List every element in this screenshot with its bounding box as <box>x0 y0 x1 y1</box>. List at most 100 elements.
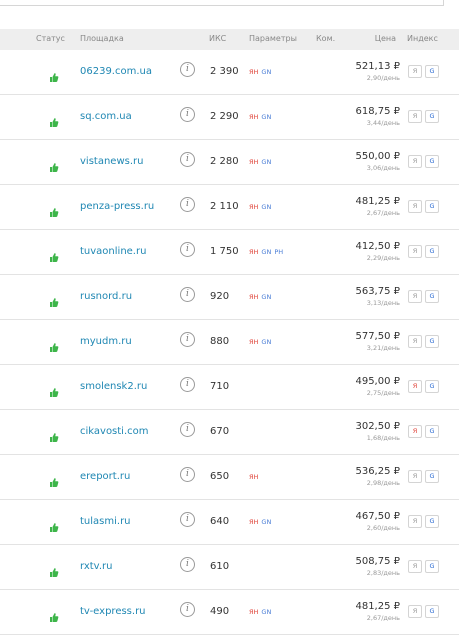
info-icon[interactable]: i <box>180 62 195 77</box>
price-value: 495,00 ₽ <box>355 376 400 387</box>
yandex-index-icon[interactable]: Я <box>408 515 422 528</box>
price-per-day: 3,13/день <box>366 299 400 307</box>
yandex-index-icon[interactable]: Я <box>408 380 422 393</box>
thumbs-up-icon <box>49 608 59 622</box>
yandex-index-icon[interactable]: Я <box>408 605 422 618</box>
yandex-index-icon[interactable]: Я <box>408 200 422 213</box>
google-index-icon[interactable]: G <box>425 470 439 483</box>
iks-value: 2 290 <box>210 111 239 122</box>
table-row: rxtv.ru i 610 508,75 ₽ 2,83/день Я G <box>0 545 459 590</box>
info-icon[interactable]: i <box>180 557 195 572</box>
info-icon[interactable]: i <box>180 287 195 302</box>
google-index-icon[interactable]: G <box>425 65 439 78</box>
param-badge: ЯН <box>249 158 259 166</box>
param-badge: GN <box>261 248 272 256</box>
info-icon[interactable]: i <box>180 242 195 257</box>
site-link[interactable]: 06239.com.ua <box>80 66 152 77</box>
top-divider <box>0 0 444 6</box>
google-index-icon[interactable]: G <box>425 515 439 528</box>
price-per-day: 3,44/день <box>366 119 400 127</box>
params-cell: ЯН GN <box>249 68 274 76</box>
site-link[interactable]: tulasmi.ru <box>80 516 131 527</box>
google-index-icon[interactable]: G <box>425 245 439 258</box>
google-index-icon[interactable]: G <box>425 380 439 393</box>
info-icon[interactable]: i <box>180 107 195 122</box>
iks-value: 2 110 <box>210 201 239 212</box>
yandex-index-icon[interactable]: Я <box>408 470 422 483</box>
header-params[interactable]: Параметры <box>249 34 297 43</box>
param-badge: ЯН <box>249 473 259 481</box>
google-index-icon[interactable]: G <box>425 425 439 438</box>
google-index-icon[interactable]: G <box>425 335 439 348</box>
google-index-icon[interactable]: G <box>425 155 439 168</box>
yandex-index-icon[interactable]: Я <box>408 335 422 348</box>
table-row: rusnord.ru i 920 ЯН GN 563,75 ₽ 3,13/день Я G <box>0 275 459 320</box>
param-badge: РН <box>274 248 284 256</box>
iks-value: 880 <box>210 336 230 347</box>
param-badge: ЯН <box>249 248 259 256</box>
yandex-index-icon[interactable]: Я <box>408 425 422 438</box>
site-link[interactable]: cikavosti.com <box>80 426 149 437</box>
param-badge: GN <box>261 293 272 301</box>
table-row: 06239.com.ua i 2 390 ЯН GN 521,13 ₽ 2,90/день Я… <box>0 50 459 95</box>
yandex-index-icon[interactable]: Я <box>408 155 422 168</box>
google-index-icon[interactable]: G <box>425 605 439 618</box>
price-per-day: 2,83/день <box>366 569 400 577</box>
header-site[interactable]: Площадка <box>80 34 124 43</box>
info-icon[interactable]: i <box>180 377 195 392</box>
yandex-index-icon[interactable]: Я <box>408 290 422 303</box>
site-link[interactable]: ereport.ru <box>80 471 130 482</box>
thumbs-up-icon <box>49 563 59 577</box>
yandex-index-icon[interactable]: Я <box>408 560 422 573</box>
thumbs-up-icon <box>49 68 59 82</box>
site-link[interactable]: tv-express.ru <box>80 606 146 617</box>
yandex-index-icon[interactable]: Я <box>408 65 422 78</box>
google-index-icon[interactable]: G <box>425 290 439 303</box>
price-value: 412,50 ₽ <box>355 241 400 252</box>
google-index-icon[interactable]: G <box>425 200 439 213</box>
info-icon[interactable]: i <box>180 197 195 212</box>
google-index-icon[interactable]: G <box>425 110 439 123</box>
yandex-index-icon[interactable]: Я <box>408 110 422 123</box>
info-icon[interactable]: i <box>180 467 195 482</box>
iks-value: 490 <box>210 606 230 617</box>
table-row: penza-press.ru i 2 110 ЯН GN 481,25 ₽ 2,67/ден… <box>0 185 459 230</box>
site-link[interactable]: rusnord.ru <box>80 291 132 302</box>
price-value: 481,25 ₽ <box>355 196 400 207</box>
header-iks[interactable]: ИКС <box>209 34 226 43</box>
header-status[interactable]: Статус <box>36 34 65 43</box>
table-row: smolensk2.ru i 710 495,00 ₽ 2,75/день Я G <box>0 365 459 410</box>
site-link[interactable]: myudm.ru <box>80 336 132 347</box>
info-icon[interactable]: i <box>180 332 195 347</box>
param-badge: ЯН <box>249 203 259 211</box>
iks-value: 610 <box>210 561 230 572</box>
params-cell: ЯН GN <box>249 293 274 301</box>
header-index[interactable]: Индекс <box>407 34 438 43</box>
param-badge: ЯН <box>249 68 259 76</box>
site-link[interactable]: sq.com.ua <box>80 111 132 122</box>
site-link[interactable]: tuvaonline.ru <box>80 246 146 257</box>
info-icon[interactable]: i <box>180 152 195 167</box>
price-per-day: 2,60/день <box>366 524 400 532</box>
header-price[interactable]: Цена <box>375 34 396 43</box>
params-cell: ЯН GN <box>249 518 274 526</box>
site-link[interactable]: vistanews.ru <box>80 156 143 167</box>
params-cell: ЯН GN <box>249 338 274 346</box>
info-icon[interactable]: i <box>180 422 195 437</box>
price-per-day: 3,21/день <box>366 344 400 352</box>
google-index-icon[interactable]: G <box>425 560 439 573</box>
price-value: 521,13 ₽ <box>355 61 400 72</box>
params-cell: ЯН GN РН <box>249 248 283 256</box>
iks-value: 670 <box>210 426 230 437</box>
site-link[interactable]: smolensk2.ru <box>80 381 147 392</box>
thumbs-up-icon <box>49 338 59 352</box>
sites-table: 06239.com.ua i 2 390 ЯН GN 521,13 ₽2,90/день Я… <box>0 50 459 635</box>
price-value: 618,75 ₽ <box>355 106 400 117</box>
info-icon[interactable]: i <box>180 512 195 527</box>
header-kom[interactable]: Ком. <box>316 34 335 43</box>
yandex-index-icon[interactable]: Я <box>408 245 422 258</box>
site-link[interactable]: penza-press.ru <box>80 201 154 212</box>
info-icon[interactable]: i <box>180 602 195 617</box>
price-value: 467,50 ₽ <box>355 511 400 522</box>
site-link[interactable]: rxtv.ru <box>80 561 112 572</box>
